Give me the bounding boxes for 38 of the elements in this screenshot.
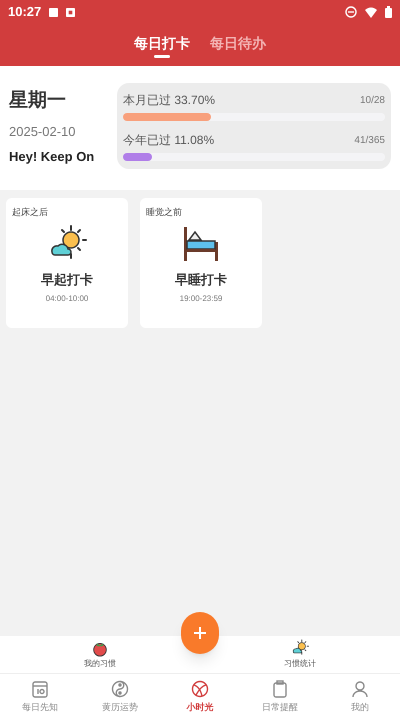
sun-cloud-icon [291, 639, 309, 657]
notification-icon [66, 8, 76, 16]
habit-time: 19:00-23:59 [180, 293, 222, 305]
do-not-disturb-icon [345, 6, 357, 18]
tab[interactable]: 每日打卡 [134, 33, 190, 58]
weekday: 星期一 [9, 89, 67, 113]
nav-item[interactable]: 日常提醒 [240, 679, 320, 715]
habit-category: 睡觉之前 [146, 206, 182, 219]
habit-bar-item[interactable]: 我的习惯 [84, 639, 116, 670]
ball-icon [190, 679, 210, 700]
motto: Hey! Keep On [9, 148, 96, 166]
nav-item[interactable]: 每日先知 [0, 679, 80, 715]
add-button[interactable] [181, 612, 219, 654]
progress-label: 本月已过 33.70% [123, 92, 216, 109]
habit-bar-item[interactable]: 习惯统计 [284, 639, 316, 670]
habit-card[interactable]: 睡觉之前 早睡打卡 19:00-23:59 [140, 198, 262, 328]
yin-yang-icon [110, 679, 130, 700]
plus-icon [193, 626, 207, 640]
image-icon [49, 8, 58, 16]
nav-item[interactable]: 黄历运势 [80, 679, 160, 715]
calendar-icon [30, 679, 50, 700]
date: 2025-02-10 [9, 122, 76, 140]
wifi-icon [365, 6, 377, 18]
progress-count: 41/365 [354, 134, 385, 148]
nav-item[interactable]: 小时光 [160, 679, 240, 715]
person-icon [350, 679, 370, 700]
habit-name: 早睡打卡 [175, 270, 227, 288]
status-time: 10:27 [8, 3, 42, 22]
nav-item[interactable]: 我的 [320, 679, 400, 715]
habit-name: 早起打卡 [41, 270, 93, 288]
habit-time: 04:00-10:00 [46, 293, 88, 305]
progress-count: 10/28 [360, 94, 385, 108]
battery-icon [385, 6, 392, 18]
habit-card[interactable]: 起床之后 早起打卡 04:00-10:00 [6, 198, 128, 328]
tab[interactable]: 每日待办 [210, 33, 266, 54]
tab-underline [154, 55, 170, 58]
progress-label: 今年已过 11.08% [123, 132, 214, 149]
habit-category: 起床之后 [12, 206, 48, 219]
